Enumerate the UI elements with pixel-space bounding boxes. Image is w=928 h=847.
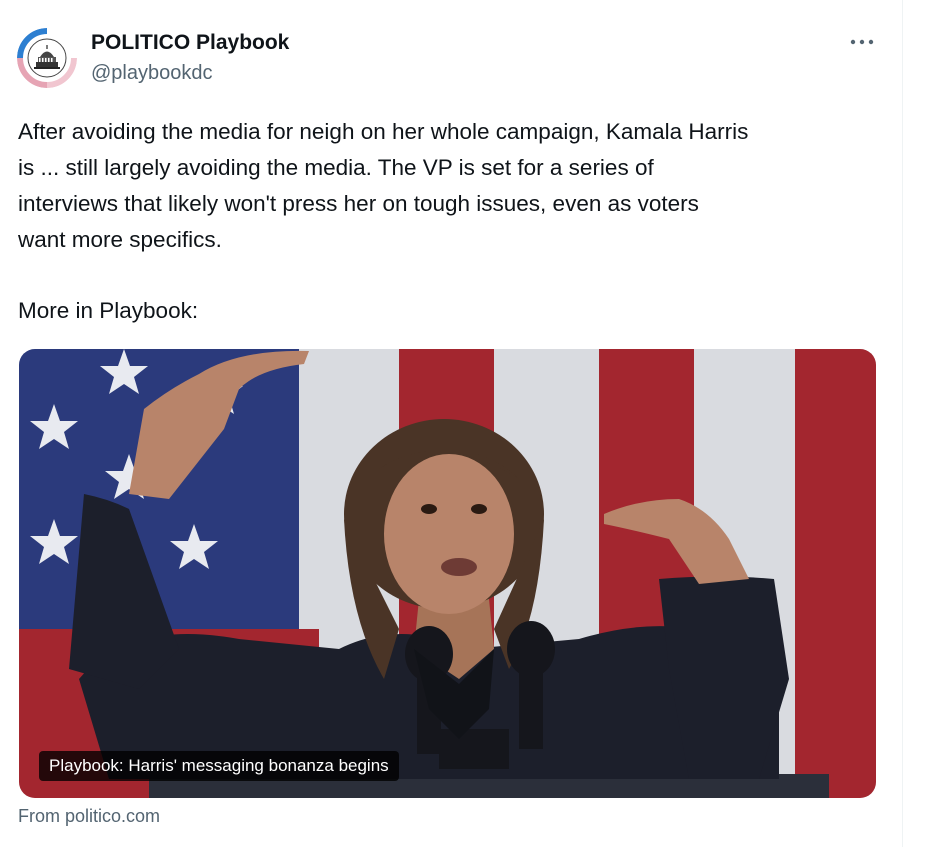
article-photo: [19, 349, 876, 798]
tweet-text: After avoiding the media for neigh on he…: [18, 114, 898, 258]
tweet-text-line: is ... still largely avoiding the media.…: [18, 155, 654, 180]
tweet-view: POLITICO Playbook @playbookdc After avoi…: [0, 0, 928, 847]
more-options-button[interactable]: [844, 30, 880, 54]
tweet-text-line: After avoiding the media for neigh on he…: [18, 119, 749, 144]
tweet-text-more-line: More in Playbook:: [18, 298, 199, 323]
more-horizontal-icon: [850, 39, 874, 45]
link-card-title: Playbook: Harris' messaging bonanza begi…: [39, 751, 399, 781]
avatar[interactable]: [17, 28, 77, 88]
link-card-source[interactable]: From politico.com: [18, 806, 160, 827]
tweet-text-line: want more specifics.: [18, 227, 222, 252]
tweet-text-line: interviews that likely won't press her o…: [18, 191, 699, 216]
column-divider: [902, 0, 903, 847]
author-display-name[interactable]: POLITICO Playbook: [91, 31, 289, 55]
link-preview-card[interactable]: Playbook: Harris' messaging bonanza begi…: [19, 349, 876, 798]
capitol-logo-icon: [17, 28, 77, 88]
author-handle[interactable]: @playbookdc: [91, 62, 212, 85]
